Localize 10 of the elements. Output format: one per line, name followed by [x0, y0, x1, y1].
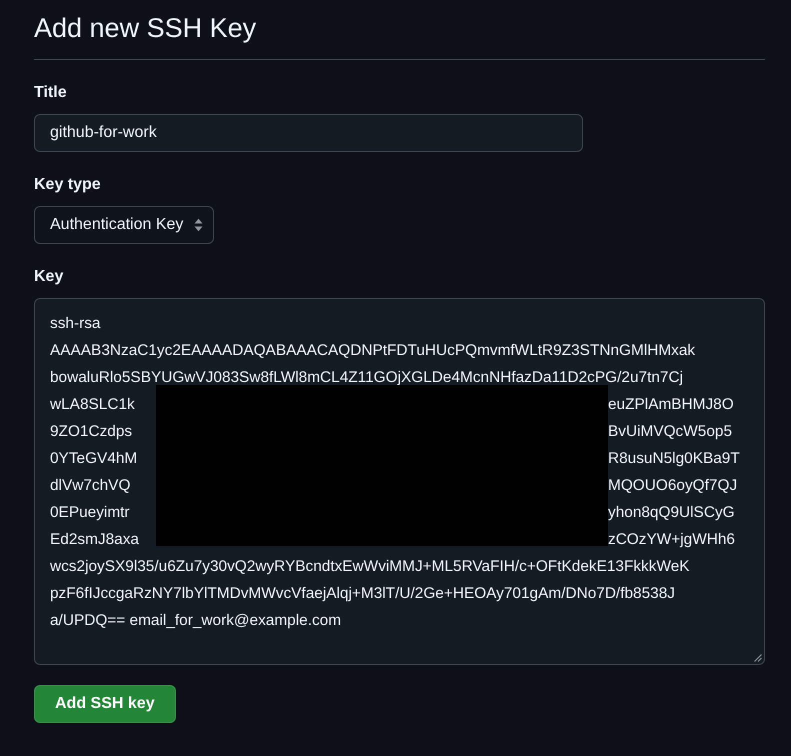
- title-label: Title: [34, 83, 68, 103]
- key-type-select[interactable]: Authentication Key: [34, 206, 214, 244]
- key-label: Key: [34, 267, 64, 287]
- title-input[interactable]: github-for-work: [34, 114, 583, 152]
- key-type-label: Key type: [34, 175, 102, 195]
- resize-handle-icon[interactable]: [754, 654, 762, 662]
- page-title: Add new SSH Key: [34, 12, 258, 45]
- up-down-chevron-icon: [194, 218, 204, 232]
- add-ssh-key-button[interactable]: Add SSH key: [34, 685, 176, 723]
- key-textarea[interactable]: ssh-rsa AAAAB3NzaC1yc2EAAAADAQABAAACAQDNPtFDTuHUcPQmvmfWLtR9Z3STNnGMlHMxak bowaluRlo5SBYUGwVJ083Sw8fLWl8mCL4Z11GOjXGLDe4McnNHfazDa11D2cPG/2u7tn7Cj wLA8SLC1k euZPlAmBHMJ8O 9ZO1Czdps BvUiMVQcW5op5 0YTeGV4hM R8usuN5lg0KBa9T dlVw7chVQ MQOUO6oyQf7QJ 0EPueyimtr yhon8qQ9UlSCyG Ed2smJ8axa zCOzYW+jgWHh6 wcs2joySX9l35/u6Zu7y30vQ2wyRYBcndtxEwWviMMJ+ML5RVaFIH/c+OFtKdekE13FkkkWeK pzF6fIJccgaRzNY7lbYlTMDvMWvcVfaejAlqj+M3lT/U/2Ge+HEOAy701gAm/DNo7D/fb8538J a/UPDQ== email_for_work@example.com: [34, 298, 765, 665]
